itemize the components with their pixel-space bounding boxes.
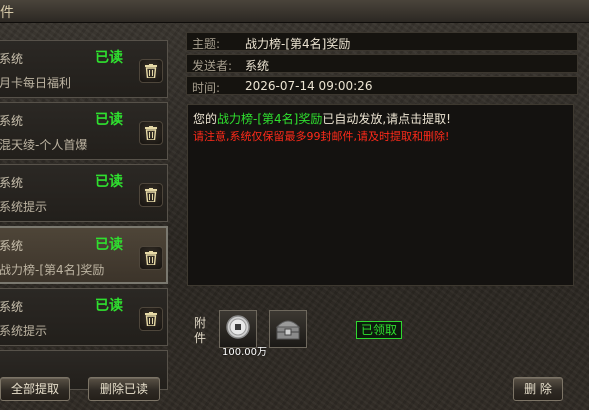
attachment-label: 附件	[194, 316, 207, 345]
delete-mail-button[interactable]	[139, 59, 163, 83]
time-row: 时间: 2026-07-14 09:00:26	[186, 76, 578, 95]
attachment-count: 100.00万	[222, 347, 267, 358]
delete-read-button[interactable]: 删除已读	[88, 377, 160, 401]
mail-item[interactable]: 系统 已读 混天绫-个人首爆	[0, 102, 168, 160]
mail-subject: 系统提示	[0, 324, 48, 338]
sender-value: 系统	[245, 59, 270, 73]
mail-body: 您的战力榜-[第4名]奖励已自动发放,请点击提取! 请注意,系统仅保留最多99封…	[187, 104, 574, 286]
time-value: 2026-07-14 09:00:26	[245, 79, 373, 93]
body-highlight: 战力榜-[第4名]奖励	[217, 112, 323, 126]
mail-read-status: 已读	[95, 50, 123, 66]
silver-coin-icon	[226, 315, 250, 339]
mail-read-status: 已读	[95, 112, 123, 128]
mail-subject: 系统提示	[0, 200, 48, 214]
sender-label: 发送者:	[192, 59, 233, 73]
claim-all-button[interactable]: 全部提取	[0, 377, 70, 401]
mail-list: 系统 已读 月卡每日福利 系统 已读 混天绫-个人首爆 系统 已读 系统提示 系…	[0, 40, 170, 390]
trash-icon	[145, 126, 157, 140]
mail-sender: 系统	[0, 239, 24, 253]
mail-subject: 混天绫-个人首爆	[0, 138, 88, 152]
subject-label: 主题:	[192, 37, 221, 51]
mail-read-status: 已读	[95, 174, 123, 190]
window-title: 件	[0, 5, 14, 21]
mail-subject: 月卡每日福利	[0, 76, 72, 90]
mail-list-panel: 系统 已读 月卡每日福利 系统 已读 混天绫-个人首爆 系统 已读 系统提示 系…	[0, 22, 178, 410]
window-title-bar: 件	[0, 0, 589, 23]
mail-sender: 系统	[0, 300, 24, 314]
delete-mail-button[interactable]	[139, 121, 163, 145]
mail-item[interactable]: 系统 已读 系统提示	[0, 164, 168, 222]
delete-mail-button[interactable]	[139, 307, 163, 331]
delete-button[interactable]: 删 除	[513, 377, 563, 401]
attachment-slot[interactable]: 100.00万	[219, 310, 267, 358]
subject-row: 主题: 战力榜-[第4名]奖励	[186, 32, 578, 51]
delete-mail-button[interactable]	[139, 246, 163, 270]
trash-icon	[145, 251, 157, 265]
mail-subject: 战力榜-[第4名]奖励	[0, 263, 105, 277]
treasure-chest-icon	[275, 320, 301, 340]
mail-item-selected[interactable]: 系统 已读 战力榜-[第4名]奖励	[0, 226, 168, 284]
mail-detail-panel: 主题: 战力榜-[第4名]奖励 发送者: 系统 时间: 2026-07-14 0…	[178, 22, 589, 410]
body-suffix: 已自动发放,请点击提取!	[322, 112, 451, 126]
mail-read-status: 已读	[95, 237, 123, 253]
attachment-slot[interactable]	[269, 310, 307, 348]
time-label: 时间:	[192, 81, 221, 95]
mail-sender: 系统	[0, 52, 24, 66]
sender-row: 发送者: 系统	[186, 54, 578, 73]
delete-mail-button[interactable]	[139, 183, 163, 207]
body-prefix: 您的	[193, 112, 218, 126]
mail-item[interactable]: 系统 已读 系统提示	[0, 288, 168, 346]
subject-value: 战力榜-[第4名]奖励	[245, 37, 351, 51]
mail-sender: 系统	[0, 176, 24, 190]
claimed-badge: 已领取	[356, 321, 402, 339]
mail-item[interactable]: 系统 已读 月卡每日福利	[0, 40, 168, 98]
mail-read-status: 已读	[95, 298, 123, 314]
trash-icon	[145, 312, 157, 326]
trash-icon	[145, 188, 157, 202]
trash-icon	[145, 64, 157, 78]
mail-sender: 系统	[0, 114, 24, 128]
mail-body-warning: 请注意,系统仅保留最多99封邮件,请及时提取和删除!	[193, 130, 450, 143]
mail-body-message: 您的战力榜-[第4名]奖励已自动发放,请点击提取!	[193, 110, 451, 127]
